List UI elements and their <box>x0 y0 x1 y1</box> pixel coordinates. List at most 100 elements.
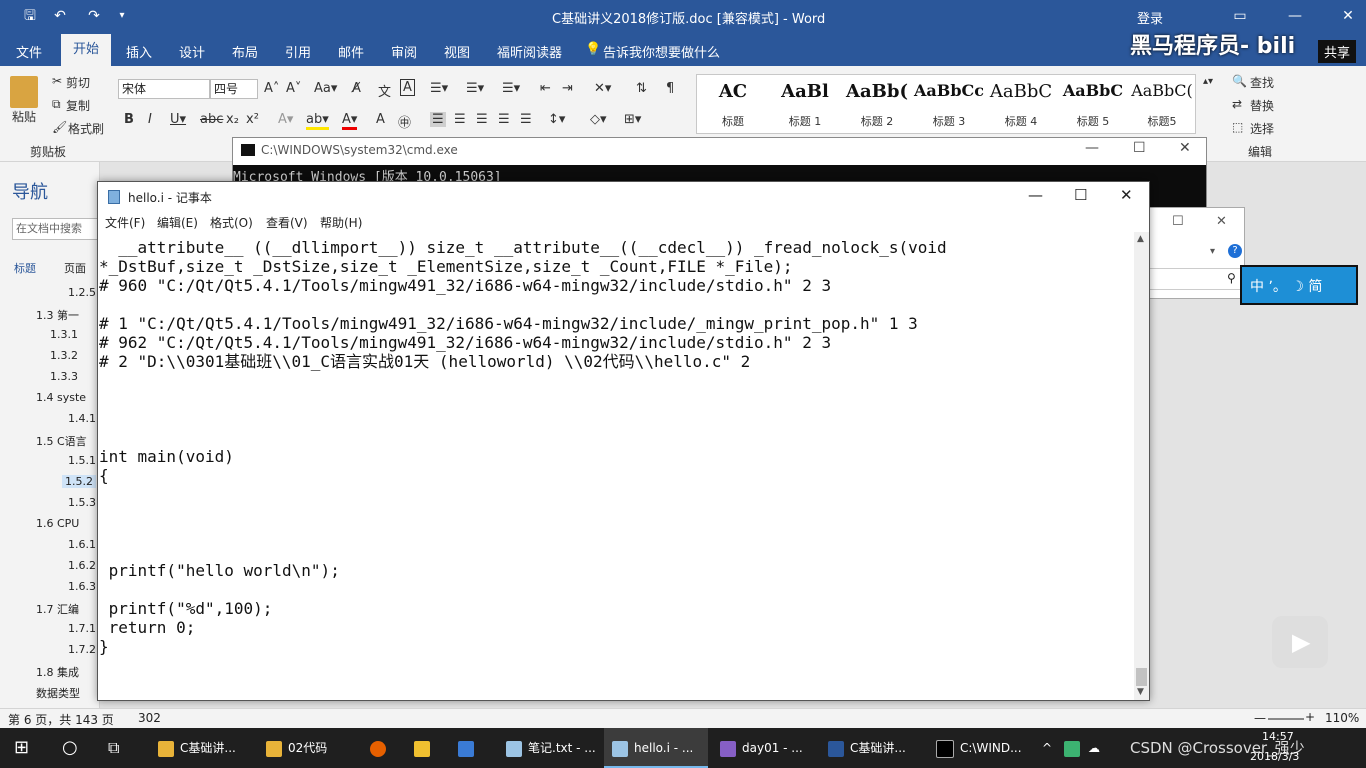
char-border-icon[interactable]: A <box>400 79 415 96</box>
sort-icon[interactable]: ⇅ <box>636 81 647 96</box>
decrease-indent-icon[interactable]: ⇤ <box>540 81 551 96</box>
nav-heading-item[interactable]: 1.3.1 <box>50 328 78 341</box>
zoom-slider[interactable] <box>1268 718 1304 720</box>
nav-heading-item[interactable]: 1.5.2 <box>62 475 96 488</box>
clear-format-icon[interactable]: A̸ <box>352 81 361 96</box>
tab-file[interactable]: 文件 <box>16 42 42 61</box>
side-chevron-icon[interactable]: ▾ <box>1210 246 1215 257</box>
copy-icon[interactable]: ⧉ <box>52 97 61 112</box>
shading-icon[interactable]: ◇▾ <box>590 112 607 127</box>
bullets-icon[interactable]: ☰▾ <box>430 81 448 96</box>
find-icon[interactable]: 🔍 <box>1232 74 1247 88</box>
nav-heading-item[interactable]: 1.2.5 <box>68 286 96 299</box>
superscript-icon[interactable]: x² <box>246 112 259 127</box>
save-icon[interactable]: 🖫 <box>20 6 40 26</box>
align-right-icon[interactable]: ☰ <box>476 112 488 127</box>
highlight-icon[interactable]: ab▾ <box>306 112 329 130</box>
taskbar-item-word[interactable]: C基础讲... <box>820 728 932 768</box>
underline-icon[interactable]: U▾ <box>170 112 186 127</box>
grow-font-icon[interactable]: A˄ <box>264 81 279 96</box>
tab-references[interactable]: 引用 <box>285 42 311 61</box>
cmd-close-icon[interactable]: ✕ <box>1179 140 1191 156</box>
menu-view[interactable]: 查看(V) <box>266 214 308 231</box>
style-item[interactable]: AaBbC(标题5 <box>1129 75 1195 133</box>
taskbar-item-visual-studio[interactable]: day01 - ... <box>712 728 824 768</box>
nav-tab-pages[interactable]: 页面 <box>64 260 86 276</box>
nav-heading-item[interactable]: 1.7 汇编 <box>36 601 79 617</box>
cut-icon[interactable]: ✂ <box>52 74 62 88</box>
replace-icon[interactable]: ⇄ <box>1232 97 1242 111</box>
side-dialog[interactable]: ☐ ✕ ▾ ? ⚲ <box>1147 207 1245 299</box>
style-item[interactable]: AC 标题 <box>697 75 769 133</box>
tell-me-box[interactable]: 告诉我你想要做什么 <box>603 42 720 61</box>
shrink-font-icon[interactable]: A˅ <box>286 81 301 96</box>
video-play-icon[interactable]: ▶ <box>1272 616 1328 668</box>
style-item[interactable]: AaBb(标题 2 <box>841 75 913 133</box>
minimize-icon[interactable]: — <box>1285 6 1305 26</box>
paste-label[interactable]: 粘贴 <box>12 108 36 125</box>
tab-view[interactable]: 视图 <box>444 42 470 61</box>
replace-button[interactable]: 替换 <box>1250 97 1274 114</box>
scroll-down-icon[interactable]: ▼ <box>1137 687 1144 697</box>
notepad-window[interactable]: hello.i - 记事本 — ☐ ✕ 文件(F) 编辑(E) 格式(O) 查看… <box>97 181 1150 701</box>
nav-heading-item[interactable]: 1.3 第一 <box>36 307 79 323</box>
borders-icon[interactable]: ⊞▾ <box>624 112 641 127</box>
style-item[interactable]: AaBbCc 标题 3 <box>913 75 985 133</box>
taskbar-item-code-folder[interactable]: 02代码 <box>258 728 366 768</box>
increase-indent-icon[interactable]: ⇥ <box>562 81 573 96</box>
nav-heading-item[interactable]: 1.5.1 <box>68 454 96 467</box>
notepad-maximize-icon[interactable]: ☐ <box>1074 186 1087 204</box>
show-marks-icon[interactable]: ¶ <box>666 81 674 96</box>
scroll-up-icon[interactable]: ▲ <box>1137 234 1144 244</box>
cut-button[interactable]: 剪切 <box>66 74 90 91</box>
nav-heading-item[interactable]: 1.5 C语言 <box>36 433 87 449</box>
enclose-char-icon[interactable]: ㊥ <box>398 112 411 131</box>
firefox-icon[interactable] <box>370 728 400 768</box>
share-button[interactable]: 共享 <box>1318 40 1357 63</box>
line-spacing-icon[interactable]: ↕▾ <box>548 112 565 127</box>
phonetic-guide-icon[interactable]: 文 <box>378 81 391 100</box>
menu-help[interactable]: 帮助(H) <box>320 214 362 231</box>
tray-cloud-icon[interactable]: ☁ <box>1088 728 1104 768</box>
text-effect-icon[interactable]: A▾ <box>278 112 293 127</box>
help-icon[interactable]: ? <box>1228 244 1242 258</box>
menu-edit[interactable]: 编辑(E) <box>157 214 198 231</box>
select-button[interactable]: 选择 <box>1250 120 1274 137</box>
notepad-scrollbar[interactable]: ▲ ▼ <box>1134 232 1149 700</box>
font-size-select[interactable]: 四号 <box>210 79 258 99</box>
bold-icon[interactable]: B <box>124 112 134 127</box>
menu-format[interactable]: 格式(O) <box>210 214 253 231</box>
word-count[interactable]: 302 <box>138 711 161 725</box>
tab-insert[interactable]: 插入 <box>126 42 152 61</box>
nav-heading-item[interactable]: 1.4 syste <box>36 391 86 404</box>
clock-time[interactable]: 14:57 <box>1262 730 1294 743</box>
scroll-thumb[interactable] <box>1136 668 1147 686</box>
menu-file[interactable]: 文件(F) <box>105 214 145 231</box>
zoom-out-icon[interactable]: — <box>1254 711 1266 725</box>
char-shading-icon[interactable]: A <box>376 112 385 127</box>
nav-heading-item[interactable]: 1.3.3 <box>50 370 78 383</box>
cmd-minimize-icon[interactable]: — <box>1085 140 1099 156</box>
close-icon[interactable]: ✕ <box>1338 6 1358 26</box>
nav-heading-item[interactable]: 数据类型 <box>36 685 80 701</box>
align-center-icon[interactable]: ☰ <box>454 112 466 127</box>
nav-heading-item[interactable]: 1.5.3 <box>68 496 96 509</box>
remote-desktop-icon[interactable] <box>458 728 488 768</box>
style-item[interactable]: AaBbC 标题 4 <box>985 75 1057 133</box>
format-painter-icon[interactable]: 🖌 <box>52 120 67 134</box>
font-color-icon[interactable]: A▾ <box>342 112 358 130</box>
cmd-maximize-icon[interactable]: ☐ <box>1133 140 1146 156</box>
nav-heading-item[interactable]: 1.6.3 <box>68 580 96 593</box>
justify-icon[interactable]: ☰ <box>498 112 510 127</box>
side-maximize-icon[interactable]: ☐ <box>1172 214 1184 229</box>
nav-heading-item[interactable]: 1.6.2 <box>68 559 96 572</box>
find-button[interactable]: 查找 <box>1250 74 1274 91</box>
select-icon[interactable]: ⬚ <box>1232 120 1243 134</box>
taskbar-item-notes[interactable]: 笔记.txt - ... <box>498 728 610 768</box>
tab-design[interactable]: 设计 <box>179 42 205 61</box>
taskbar-item-cmd[interactable]: C:\WIND... <box>928 728 1044 768</box>
nav-heading-item[interactable]: 1.4.1 <box>68 412 96 425</box>
app-yellow-icon[interactable] <box>414 728 444 768</box>
style-item[interactable]: AaBl 标题 1 <box>769 75 841 133</box>
align-left-icon[interactable]: ☰ <box>430 112 446 127</box>
